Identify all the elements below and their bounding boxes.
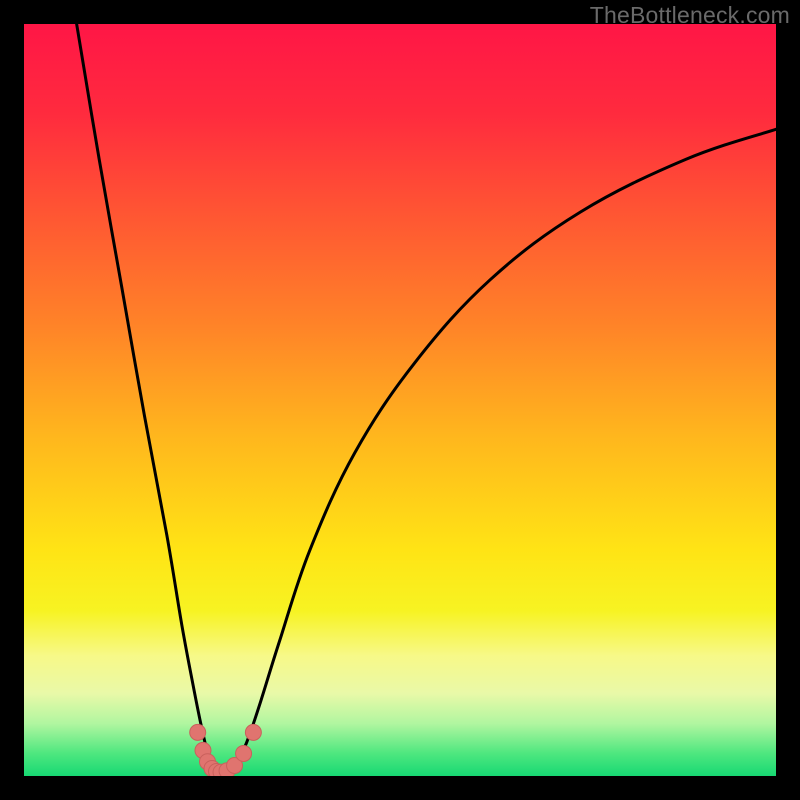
marker-dot xyxy=(236,745,252,761)
chart-background xyxy=(24,24,776,776)
marker-dot xyxy=(245,724,261,740)
chart-frame xyxy=(24,24,776,776)
marker-dot xyxy=(190,724,206,740)
chart-svg xyxy=(24,24,776,776)
watermark-text: TheBottleneck.com xyxy=(590,2,790,29)
